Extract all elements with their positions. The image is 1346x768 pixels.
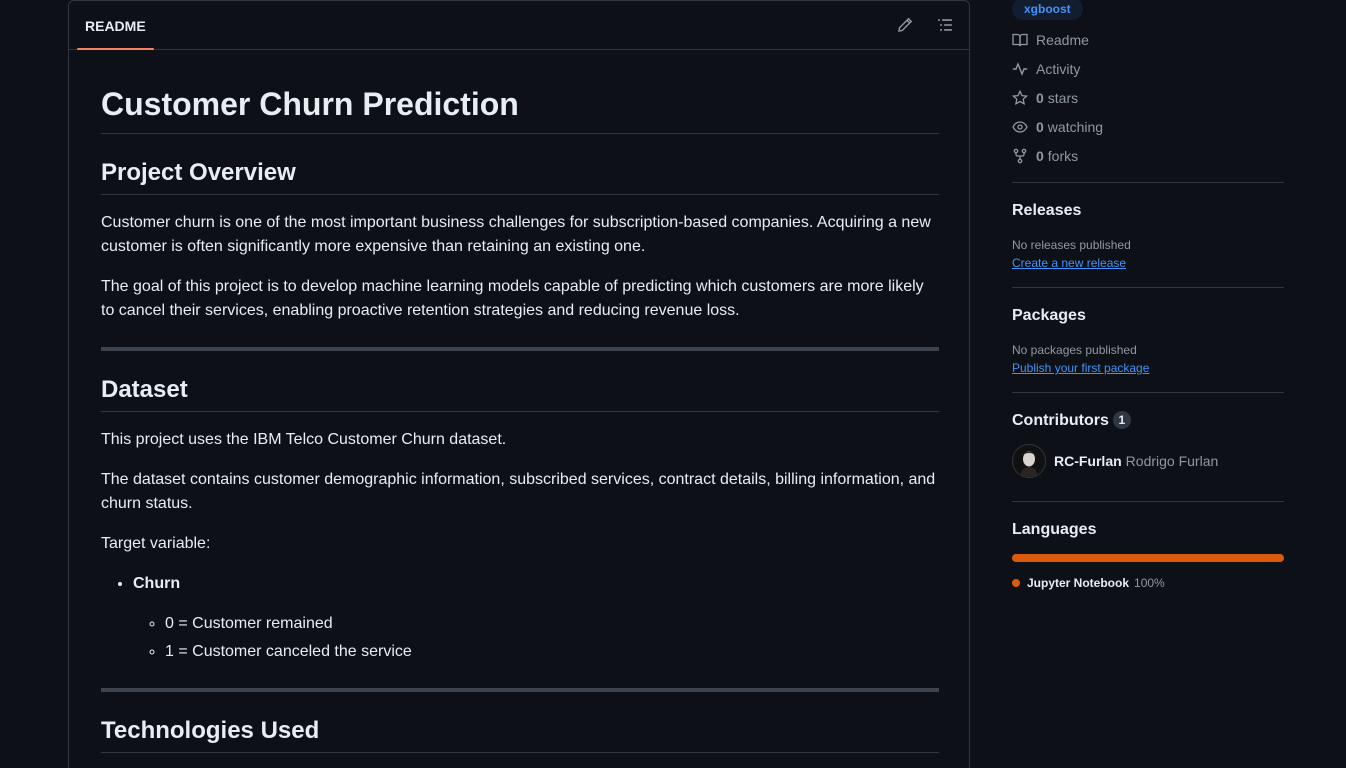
readme-link-label: Readme <box>1036 32 1089 48</box>
sidebar-divider <box>1012 287 1284 288</box>
contributors-heading-label: Contributors <box>1012 412 1109 429</box>
repo-page: README Customer Churn Prediction Project… <box>0 0 1346 768</box>
avatar[interactable] <box>1012 444 1046 478</box>
heading-project-overview: Project Overview <box>101 158 939 195</box>
overview-paragraph-1: Customer churn is one of the most import… <box>101 214 931 255</box>
book-icon <box>1012 32 1028 48</box>
releases-note: No releases published <box>1012 238 1131 252</box>
edit-pencil-icon[interactable] <box>895 15 915 35</box>
pulse-icon <box>1012 61 1028 77</box>
language-bar[interactable] <box>1012 554 1284 562</box>
eye-icon <box>1012 119 1028 135</box>
overview-paragraph-2: The goal of this project is to develop m… <box>101 278 924 319</box>
contributors-count: 1 <box>1112 411 1131 429</box>
star-icon <box>1012 90 1028 106</box>
language-percent: 100% <box>1134 576 1165 590</box>
language-color-dot <box>1012 579 1020 587</box>
stars-label: stars <box>1047 90 1079 106</box>
activity-link-label: Activity <box>1036 61 1081 77</box>
target-sublist: 0 = Customer remained 1 = Customer cance… <box>133 612 939 664</box>
contributor-login[interactable]: RC-Furlan <box>1054 453 1122 469</box>
readme-header: README <box>69 1 969 50</box>
watching-link[interactable]: 0 watching <box>1012 117 1103 137</box>
stars-count: 0 <box>1036 90 1044 106</box>
list-item: 0 = Customer remained <box>165 612 939 636</box>
list-item: Churn 0 = Customer remained 1 = Customer… <box>133 572 939 664</box>
sidebar-divider <box>1012 392 1284 393</box>
watching-count: 0 <box>1036 119 1044 135</box>
packages-note: No packages published <box>1012 343 1137 357</box>
forks-label: forks <box>1047 148 1079 164</box>
releases-heading[interactable]: Releases <box>1012 200 1081 222</box>
contributor-name: Rodrigo Furlan <box>1125 453 1219 469</box>
language-item[interactable]: Jupyter Notebook 100% <box>1012 574 1165 592</box>
readme-link[interactable]: Readme <box>1012 30 1089 50</box>
outline-list-icon[interactable] <box>935 15 955 35</box>
create-release-link[interactable]: Create a new release <box>1012 254 1126 272</box>
target-variable-label: Target variable: <box>101 535 211 552</box>
language-name: Jupyter Notebook <box>1027 576 1130 590</box>
watching-label: watching <box>1047 119 1104 135</box>
dataset-paragraph-1: This project uses the IBM Telco Customer… <box>101 431 507 448</box>
sidebar-divider <box>1012 182 1284 183</box>
activity-link[interactable]: Activity <box>1012 59 1080 79</box>
readme-tab[interactable]: README <box>77 1 154 50</box>
heading-technologies: Technologies Used <box>101 716 939 753</box>
packages-heading[interactable]: Packages <box>1012 305 1086 327</box>
heading-dataset: Dataset <box>101 375 939 412</box>
readme-content: Customer Churn Prediction Project Overvi… <box>101 49 939 753</box>
forks-count: 0 <box>1036 148 1044 164</box>
target-list: Churn 0 = Customer remained 1 = Customer… <box>101 572 939 664</box>
section-divider <box>101 688 939 692</box>
forks-link[interactable]: 0 forks <box>1012 146 1078 166</box>
readme-title: Customer Churn Prediction <box>101 49 939 134</box>
publish-package-link[interactable]: Publish your first package <box>1012 359 1149 377</box>
readme-panel: README Customer Churn Prediction Project… <box>68 0 970 768</box>
contributors-heading[interactable]: Contributors 1 <box>1012 410 1131 432</box>
section-divider <box>101 347 939 351</box>
contributor-item[interactable]: RC-Furlan Rodrigo Furlan <box>1012 444 1218 478</box>
sidebar-divider <box>1012 501 1284 502</box>
topic-tag[interactable]: xgboost <box>1012 0 1083 20</box>
dataset-paragraph-2: The dataset contains customer demographi… <box>101 471 936 512</box>
fork-icon <box>1012 148 1028 164</box>
languages-heading: Languages <box>1012 521 1097 538</box>
list-item: 1 = Customer canceled the service <box>165 640 939 664</box>
stars-link[interactable]: 0 stars <box>1012 88 1078 108</box>
